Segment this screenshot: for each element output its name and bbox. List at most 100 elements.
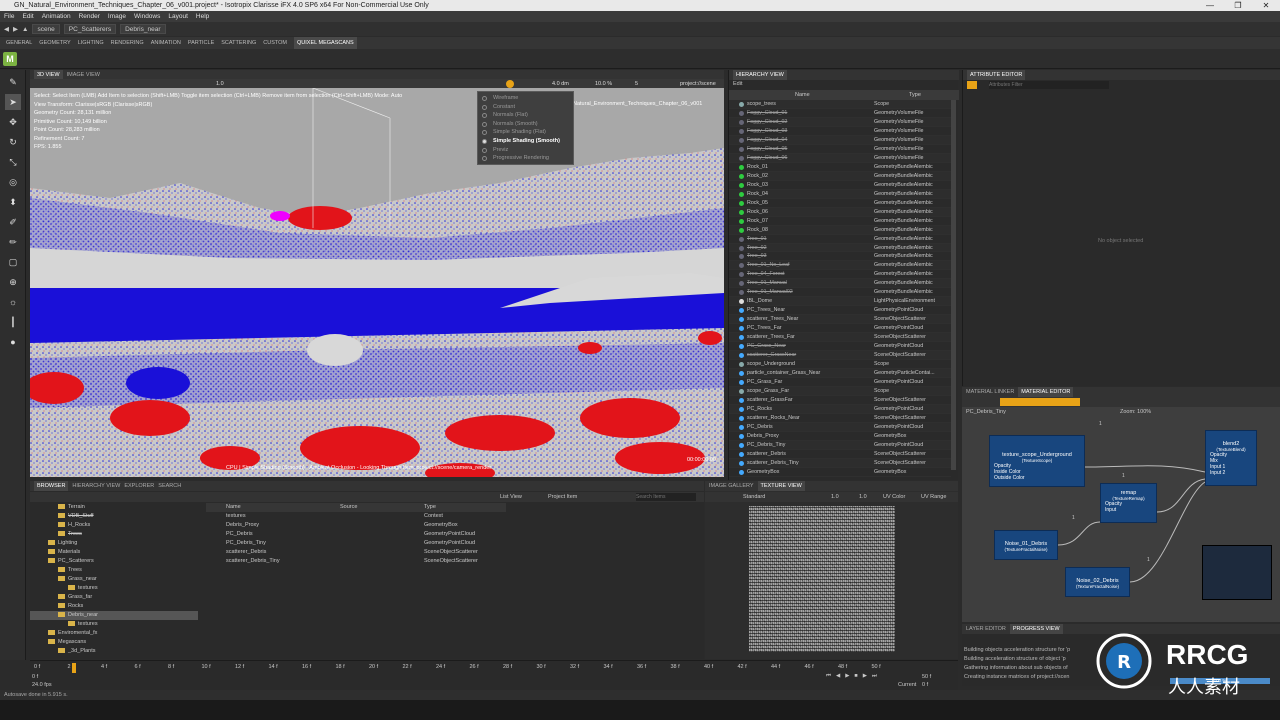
menu-item-simple-shading-smooth[interactable]: Simple Shading (Smooth) bbox=[478, 137, 573, 146]
folder-item[interactable]: PC_Scatterers bbox=[30, 557, 198, 566]
folder-item[interactable]: H_Rocks bbox=[30, 521, 198, 530]
breadcrumb-debris-near[interactable]: Debris_near bbox=[120, 24, 166, 34]
tab-explorer[interactable]: EXPLORER bbox=[124, 481, 154, 491]
first-frame-icon[interactable]: ⏮ bbox=[826, 673, 831, 680]
hierarchy-row[interactable]: IBL_Dome LightPhysicalEnvironment bbox=[729, 297, 951, 307]
node-port[interactable]: Input bbox=[1101, 507, 1156, 513]
hierarchy-row[interactable]: Tree_02 GeometryBundleAlembic bbox=[729, 243, 951, 253]
hierarchy-row[interactable]: Tree_03 GeometryBundleAlembic bbox=[729, 252, 951, 262]
menu-layout[interactable]: Layout bbox=[168, 11, 188, 22]
menu-image[interactable]: Image bbox=[108, 11, 126, 22]
last-frame-icon[interactable]: ⏭ bbox=[872, 673, 877, 680]
shelf-tab-general[interactable]: GENERAL bbox=[6, 37, 32, 49]
light-tool-icon[interactable]: ☼ bbox=[5, 294, 21, 310]
shelf-tab-rendering[interactable]: RENDERING bbox=[111, 37, 144, 49]
menu-item-normals-flat[interactable]: Normals (Flat) bbox=[478, 111, 573, 120]
column-name[interactable]: Name bbox=[206, 503, 340, 512]
folder-item[interactable]: textures bbox=[30, 620, 198, 629]
folder-item[interactable]: Rocks bbox=[30, 602, 198, 611]
folder-item[interactable]: Terrain bbox=[30, 503, 198, 512]
node-texture-scope-underground[interactable]: texture_scope_Underground (TextureScope)… bbox=[989, 435, 1085, 487]
menu-help[interactable]: Help bbox=[196, 11, 209, 22]
node-blend2[interactable]: blend2 (TextureBlend) Opacity Mix Input … bbox=[1205, 430, 1257, 486]
snap-tool-icon[interactable]: ⊕ bbox=[5, 274, 21, 290]
node-port[interactable]: Outside Color bbox=[990, 475, 1084, 481]
shelf-tab-animation[interactable]: ANIMATION bbox=[151, 37, 181, 49]
timeline-start[interactable]: 0 f bbox=[32, 674, 38, 680]
menu-windows[interactable]: Windows bbox=[134, 11, 160, 22]
hierarchy-row[interactable]: scope_Grass_Far Scope bbox=[729, 387, 951, 396]
eyedropper-icon[interactable]: ✎ bbox=[5, 74, 21, 90]
browser-item-row[interactable]: PC_Debris GeometryPointCloud bbox=[206, 530, 506, 539]
forward-arrow-icon[interactable]: ▶ bbox=[13, 25, 18, 33]
hierarchy-row[interactable]: Foggy_Cloud_05 GeometryVolumeFile bbox=[729, 145, 951, 154]
up-arrow-icon[interactable]: ▲ bbox=[22, 26, 28, 33]
node-port[interactable]: Input 2 bbox=[1206, 470, 1256, 476]
menu-item-simple-shading-flat[interactable]: Simple Shading (Flat) bbox=[478, 128, 573, 137]
menu-item-progressive-rendering[interactable]: Progressive Rendering bbox=[478, 154, 573, 163]
close-button[interactable]: ✕ bbox=[1252, 0, 1280, 11]
maximize-button[interactable]: ❐ bbox=[1224, 0, 1252, 11]
hierarchy-row[interactable]: Rock_03 GeometryBundleAlembic bbox=[729, 181, 951, 190]
hierarchy-row[interactable]: Rock_01 GeometryBundleAlembic bbox=[729, 163, 951, 172]
scope-select[interactable]: Project Item bbox=[548, 492, 577, 502]
hierarchy-row[interactable]: Foggy_Cloud_03 GeometryVolumeFile bbox=[729, 127, 951, 136]
3d-viewport[interactable]: Select: Select Item (LMB) Add Item to se… bbox=[30, 88, 724, 477]
hierarchy-row[interactable]: scatterer_Debris SceneObjectScatterer bbox=[729, 450, 951, 459]
timeline-ruler[interactable]: 0 f2 f4 f6 f8 f 10 f 12 f 14 f 16 f 18 f 20 f2… bbox=[30, 664, 930, 672]
hierarchy-row[interactable]: Tree_01_Manual02 GeometryBundleAlembic bbox=[729, 288, 951, 298]
color-swatch-icon[interactable]: ● bbox=[5, 334, 21, 350]
hierarchy-row[interactable]: scatterer_Rocks_Near SceneObjectScatterer bbox=[729, 414, 951, 423]
folder-item[interactable]: Lighting bbox=[30, 539, 198, 548]
hierarchy-row[interactable]: particle_container_Grass_Near GeometryPar… bbox=[729, 369, 951, 379]
tab-texture-view[interactable]: TEXTURE VIEW bbox=[757, 481, 805, 491]
folder-item[interactable]: _3d_Plants bbox=[30, 647, 198, 656]
brush-tool-icon[interactable]: ✏ bbox=[5, 234, 21, 250]
folder-item[interactable]: Debris_near bbox=[30, 611, 198, 620]
play-icon[interactable]: ▶ bbox=[845, 673, 849, 680]
shading-mode-button[interactable] bbox=[506, 80, 514, 88]
menu-file[interactable]: File bbox=[4, 11, 14, 22]
attributes-filter-input[interactable] bbox=[989, 81, 1109, 89]
megascans-bridge-icon[interactable]: M bbox=[3, 52, 17, 66]
node-noise-02-debris[interactable]: Noise_02_Debris (TextureFractalNoise) bbox=[1065, 567, 1130, 597]
hierarchy-row[interactable]: Rock_04 GeometryBundleAlembic bbox=[729, 189, 951, 199]
hierarchy-row[interactable]: scatterer_GrassFar SceneObjectScatterer bbox=[729, 396, 951, 405]
menu-edit[interactable]: Edit bbox=[22, 11, 33, 22]
hierarchy-row[interactable]: scope_Underground Scope bbox=[729, 360, 951, 370]
slider-tool-icon[interactable]: ┃ bbox=[5, 314, 21, 330]
tab-browser[interactable]: BROWSER bbox=[34, 481, 69, 491]
hierarchy-row[interactable]: Rock_06 GeometryBundleAlembic bbox=[729, 207, 951, 217]
hierarchy-row[interactable]: PC_Debris_Tiny GeometryPointCloud bbox=[729, 440, 951, 450]
next-frame-icon[interactable]: ▶ bbox=[863, 673, 867, 680]
shelf-tab-custom[interactable]: CUSTOM bbox=[263, 37, 287, 49]
uv-color-toggle[interactable]: UV Color bbox=[883, 492, 905, 502]
hierarchy-row[interactable]: Tree_01_No_Leaf GeometryBundleAlembic bbox=[729, 261, 951, 271]
breadcrumb-scene[interactable]: scene bbox=[32, 24, 60, 34]
menu-animation[interactable]: Animation bbox=[42, 11, 71, 22]
hierarchy-row[interactable]: PC_Debris GeometryPointCloud bbox=[729, 422, 951, 432]
camera-orbit-icon[interactable]: ◎ bbox=[5, 174, 21, 190]
playhead[interactable] bbox=[72, 663, 76, 673]
hierarchy-row[interactable]: Foggy_Cloud_02 GeometryVolumeFile bbox=[729, 117, 951, 127]
gamma-value[interactable]: 1.0 bbox=[859, 492, 867, 502]
folder-item[interactable]: Trees bbox=[30, 530, 198, 539]
hierarchy-row[interactable]: PC_Grass_Far GeometryPointCloud bbox=[729, 378, 951, 387]
browser-item-row[interactable]: textures Context bbox=[206, 512, 506, 521]
menu-item-wireframe[interactable]: Wireframe bbox=[478, 94, 573, 103]
hierarchy-row[interactable]: Rock_05 GeometryBundleAlembic bbox=[729, 199, 951, 208]
column-source[interactable]: Source bbox=[340, 503, 424, 512]
lock-icon[interactable] bbox=[967, 81, 977, 89]
region-tool-icon[interactable]: ▢ bbox=[5, 254, 21, 270]
back-arrow-icon[interactable]: ◀ bbox=[4, 25, 9, 33]
select-tool-icon[interactable]: ➤ bbox=[5, 94, 21, 110]
hierarchy-row[interactable]: Rock_08 GeometryBundleAlembic bbox=[729, 225, 951, 235]
hierarchy-row[interactable]: PC_Trees_Far GeometryPointCloud bbox=[729, 324, 951, 334]
column-name[interactable]: Name bbox=[795, 90, 810, 100]
view-mode-select[interactable]: List View bbox=[500, 492, 522, 502]
folder-item[interactable]: VDB_Stuff bbox=[30, 512, 198, 521]
tab-progress-view[interactable]: PROGRESS VIEW bbox=[1009, 624, 1063, 634]
tab-hierarchy-view[interactable]: HIERARCHY VIEW bbox=[733, 70, 787, 80]
paint-tool-icon[interactable]: ✐ bbox=[5, 214, 21, 230]
tab-search[interactable]: SEARCH bbox=[158, 481, 181, 491]
